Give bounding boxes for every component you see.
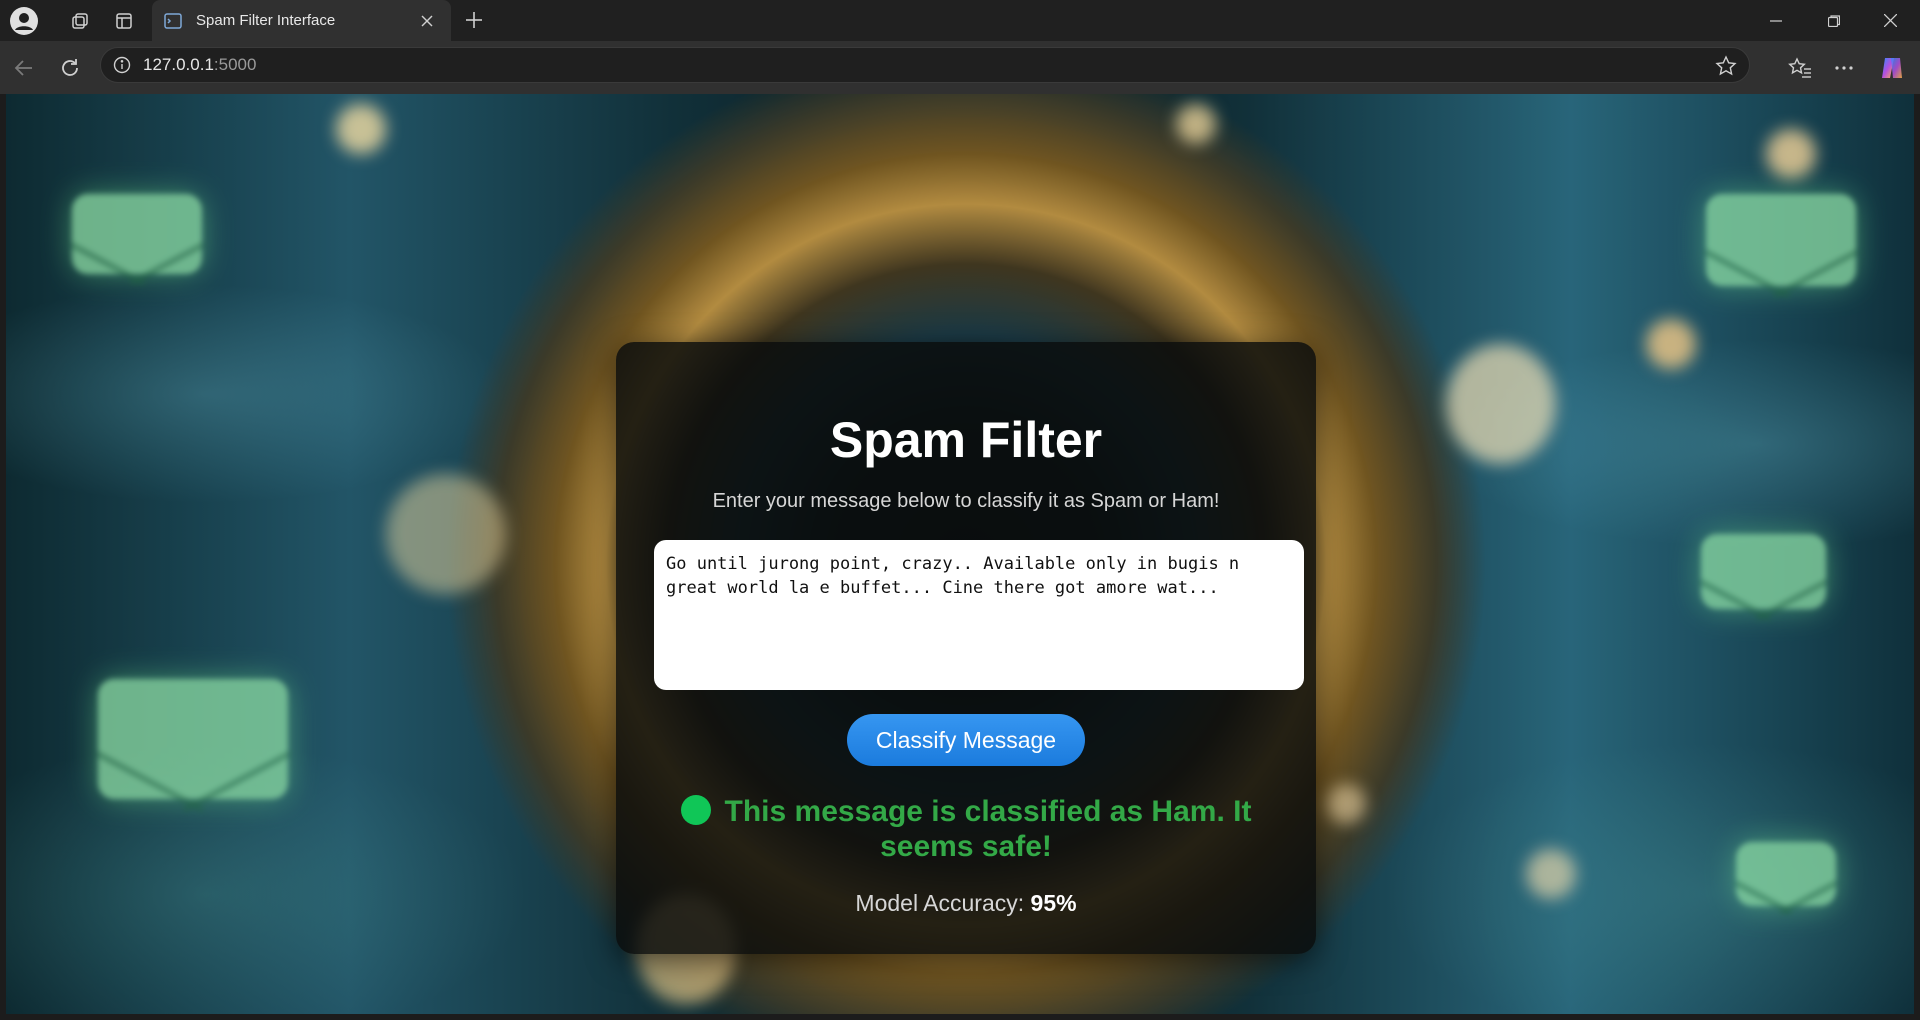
- envelope-icon: [1701, 534, 1826, 609]
- more-options-icon[interactable]: [1828, 52, 1860, 84]
- accuracy-value: 95%: [1030, 890, 1077, 916]
- refresh-icon[interactable]: [54, 52, 86, 84]
- classify-message-button[interactable]: Classify Message: [847, 714, 1085, 766]
- tab-title: Spam Filter Interface: [196, 12, 336, 29]
- favorites-icon[interactable]: [1784, 52, 1816, 84]
- background-light: [1646, 319, 1696, 369]
- envelope-icon: [72, 194, 202, 274]
- background-light: [1446, 344, 1556, 464]
- envelope-icon: [1706, 194, 1856, 286]
- copilot-icon[interactable]: [1876, 52, 1908, 84]
- page-subtitle: Enter your message below to classify it …: [712, 490, 1220, 512]
- accuracy-label: Model Accuracy:: [855, 890, 1031, 916]
- background-light: [336, 104, 386, 154]
- back-icon[interactable]: [8, 52, 40, 84]
- background-light: [386, 474, 506, 594]
- close-tab-icon[interactable]: [415, 9, 439, 33]
- tab-spam-filter[interactable]: Spam Filter Interface: [152, 0, 451, 41]
- favorite-star-icon[interactable]: [1715, 55, 1737, 77]
- background-light: [1176, 104, 1216, 144]
- background-light: [1766, 129, 1816, 179]
- envelope-icon: [1736, 842, 1836, 906]
- site-info-icon[interactable]: [113, 56, 131, 74]
- model-accuracy: Model Accuracy: 95%: [616, 890, 1316, 917]
- browser-toolbar: 127.0.0.1:5000: [0, 41, 1920, 94]
- close-window-icon[interactable]: [1862, 0, 1918, 41]
- message-input[interactable]: Go until jurong point, crazy.. Available…: [654, 540, 1304, 690]
- result-text: This message is classified as Ham. It se…: [724, 795, 1252, 863]
- url-port: :5000: [213, 55, 257, 74]
- tab-actions-icon[interactable]: [106, 3, 142, 39]
- status-dot-icon: [680, 795, 711, 825]
- url-host: 127.0.0.1: [143, 55, 214, 74]
- restore-icon[interactable]: [1806, 0, 1862, 41]
- background-light: [1526, 849, 1576, 899]
- browser-titlebar: Spam Filter Interface: [0, 0, 1920, 41]
- minimize-icon[interactable]: [1748, 0, 1804, 41]
- workspaces-icon[interactable]: [62, 3, 98, 39]
- background-light: [1326, 784, 1366, 824]
- profile-icon[interactable]: [6, 3, 42, 39]
- classification-result: This message is classified as Ham. It se…: [676, 794, 1256, 864]
- address-bar[interactable]: 127.0.0.1:5000: [100, 47, 1750, 83]
- envelope-icon: [98, 679, 288, 799]
- spam-filter-card: Spam Filter Enter your message below to …: [616, 342, 1316, 954]
- page-background: Spam Filter Enter your message below to …: [6, 94, 1914, 1014]
- page-title: Spam Filter: [829, 412, 1103, 468]
- page-favicon-icon: [164, 12, 182, 29]
- new-tab-icon[interactable]: [458, 4, 490, 36]
